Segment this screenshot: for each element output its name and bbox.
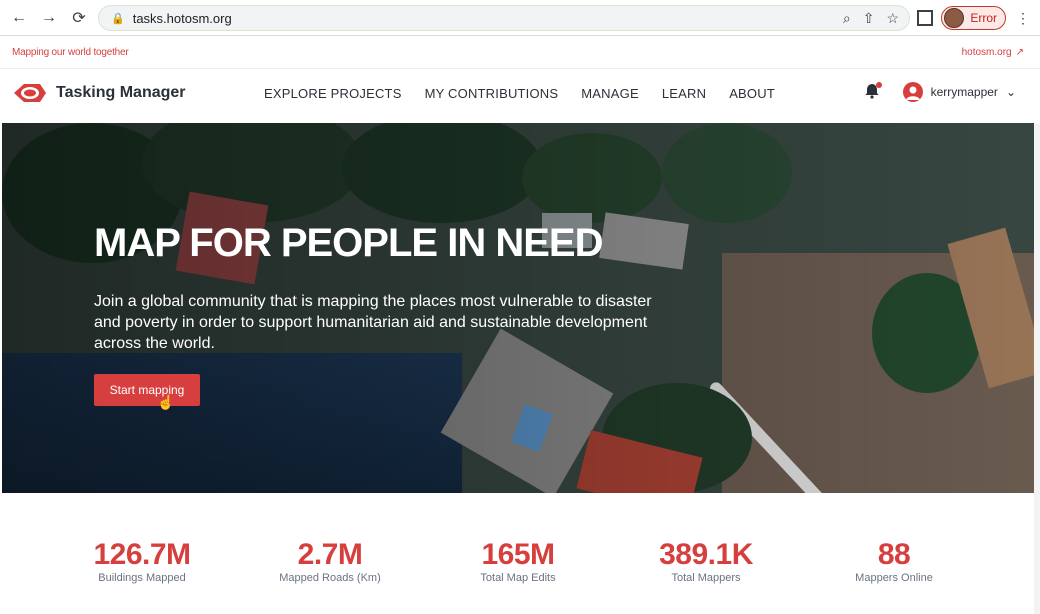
logo[interactable]: Tasking Manager: [12, 80, 186, 106]
page-scrollbar[interactable]: [1034, 124, 1040, 614]
hotosm-link[interactable]: hotosm.org ↗: [962, 47, 1024, 58]
browser-toolbar: ← → ⟳ 🔒 tasks.hotosm.org ⌕ ⇧ ☆ Error ⋮: [0, 0, 1040, 36]
stat-buildings: 126.7M Buildings Mapped: [62, 538, 222, 584]
stat-value: 165M: [481, 538, 555, 571]
lock-icon: 🔒: [111, 12, 125, 25]
stat-value: 389.1K: [659, 538, 753, 571]
stat-roads: 2.7M Mapped Roads (Km): [250, 538, 410, 584]
arrow-left-icon[interactable]: ←: [8, 7, 30, 29]
stat-value: 2.7M: [297, 538, 363, 571]
main-nav: EXPLORE PROJECTS MY CONTRIBUTIONS MANAGE…: [264, 86, 775, 101]
hotosm-link-label: hotosm.org: [961, 47, 1012, 58]
nav-about[interactable]: ABOUT: [729, 86, 775, 101]
profile-status: Error: [970, 11, 997, 25]
username[interactable]: kerrymapper: [931, 85, 998, 99]
tagline: Mapping our world together: [12, 47, 129, 58]
start-mapping-button[interactable]: Start mapping: [94, 374, 200, 406]
url-text: tasks.hotosm.org: [132, 10, 232, 26]
chevron-down-icon[interactable]: ⌄: [1006, 85, 1016, 99]
app-title: Tasking Manager: [56, 84, 186, 101]
stat-value: 126.7M: [93, 538, 191, 571]
stat-label: Total Map Edits: [480, 572, 556, 584]
external-link-icon: ↗: [1015, 47, 1024, 58]
bell-icon[interactable]: [863, 82, 883, 102]
profile-button[interactable]: Error: [941, 6, 1006, 30]
stat-label: Total Mappers: [671, 572, 741, 584]
address-bar[interactable]: 🔒 tasks.hotosm.org ⌕ ⇧ ☆: [98, 5, 910, 31]
profile-avatar: [944, 8, 965, 28]
notification-dot: [875, 82, 882, 88]
reload-icon[interactable]: ⟳: [68, 7, 90, 29]
user-area: kerrymapper ⌄: [863, 82, 1016, 102]
user-icon[interactable]: [902, 82, 923, 102]
stat-label: Buildings Mapped: [98, 572, 186, 584]
hot-logo-icon: [14, 84, 46, 102]
stat-online: 88 Mappers Online: [814, 538, 974, 584]
site-header: Tasking Manager EXPLORE PROJECTS MY CONT…: [0, 70, 1040, 122]
nav-explore-projects[interactable]: EXPLORE PROJECTS: [264, 86, 402, 101]
more-menu-icon[interactable]: ⋮: [1016, 10, 1030, 27]
address-bar-actions: ⌕ ⇧ ☆: [843, 10, 899, 27]
stat-value: 88: [877, 538, 911, 571]
share-icon[interactable]: ⇧: [863, 10, 875, 27]
stat-edits: 165M Total Map Edits: [438, 538, 598, 584]
stat-label: Mapped Roads (Km): [279, 572, 381, 584]
star-icon[interactable]: ☆: [886, 10, 899, 27]
stat-mappers: 389.1K Total Mappers: [626, 538, 786, 584]
sidepanel-icon[interactable]: [917, 10, 934, 26]
hero-banner: MAP FOR PEOPLE IN NEED Join a global com…: [2, 123, 1034, 493]
nav-my-contributions[interactable]: MY CONTRIBUTIONS: [425, 86, 559, 101]
arrow-right-icon[interactable]: →: [38, 7, 60, 29]
stat-label: Mappers Online: [855, 572, 933, 584]
pointer-cursor-icon: ☝: [157, 394, 175, 410]
hero-description: Join a global community that is mapping …: [94, 293, 652, 352]
hero-title: MAP FOR PEOPLE IN NEED: [94, 221, 603, 265]
nav-learn[interactable]: LEARN: [662, 86, 706, 101]
stats-section: 126.7M Buildings Mapped 2.7M Mapped Road…: [0, 500, 1040, 614]
browser-right-controls: Error ⋮: [903, 0, 1040, 36]
nav-manage[interactable]: MANAGE: [581, 86, 639, 101]
zoom-icon[interactable]: ⌕: [843, 10, 851, 27]
top-strip: Mapping our world together hotosm.org ↗: [0, 37, 1040, 69]
